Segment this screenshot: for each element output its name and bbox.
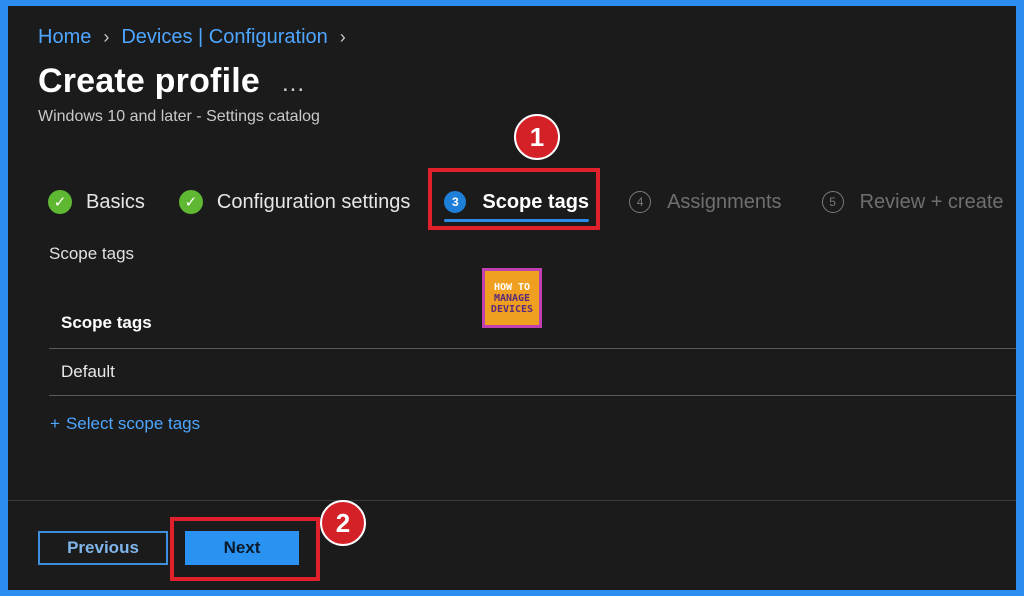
highlight-scope-tags-tab <box>428 168 600 230</box>
tab-configuration-settings[interactable]: ✓ Configuration settings <box>178 182 411 222</box>
annotation-badge-1: 1 <box>514 114 560 160</box>
breadcrumb-devices-configuration[interactable]: Devices | Configuration <box>121 26 327 49</box>
tab-label: Assignments <box>667 190 782 213</box>
section-label: Scope tags <box>49 244 135 263</box>
chevron-right-icon: › <box>103 27 110 47</box>
select-scope-tags-link[interactable]: + Select scope tags <box>50 414 200 434</box>
step-number-icon: 4 <box>629 191 652 213</box>
logo-line-1: HOW TO <box>493 281 531 293</box>
check-circle-icon: ✓ <box>178 190 203 214</box>
previous-button[interactable]: Previous <box>38 531 168 565</box>
step-number-icon: 5 <box>821 191 844 213</box>
annotation-badge-2: 2 <box>320 500 366 546</box>
tab-basics[interactable]: ✓ Basics <box>48 182 145 222</box>
more-horizontal-icon[interactable]: ... <box>282 70 305 98</box>
scope-tags-table: Scope tags Default <box>49 298 1016 396</box>
table-header: Scope tags <box>49 298 1016 349</box>
tab-label: Configuration settings <box>216 190 411 213</box>
page-subtitle: Windows 10 and later - Settings catalog <box>38 108 320 125</box>
highlight-next-button <box>170 517 320 581</box>
table-row[interactable]: Default <box>49 349 1016 396</box>
tab-assignments[interactable]: 4 Assignments <box>629 182 782 222</box>
select-scope-tags-label: Select scope tags <box>65 414 201 433</box>
plus-icon: + <box>50 414 60 433</box>
tab-label: Review + create <box>859 190 1004 213</box>
tab-review-create[interactable]: 5 Review + create <box>821 182 1004 222</box>
app-window: Home › Devices | Configuration › Create … <box>8 6 1016 590</box>
tab-label: Basics <box>86 190 145 213</box>
check-circle-icon: ✓ <box>48 190 72 214</box>
breadcrumb-home[interactable]: Home <box>38 26 91 49</box>
chevron-right-icon: › <box>339 27 346 47</box>
page-title: Create profile <box>38 62 260 100</box>
breadcrumb: Home › Devices | Configuration › <box>38 26 358 49</box>
